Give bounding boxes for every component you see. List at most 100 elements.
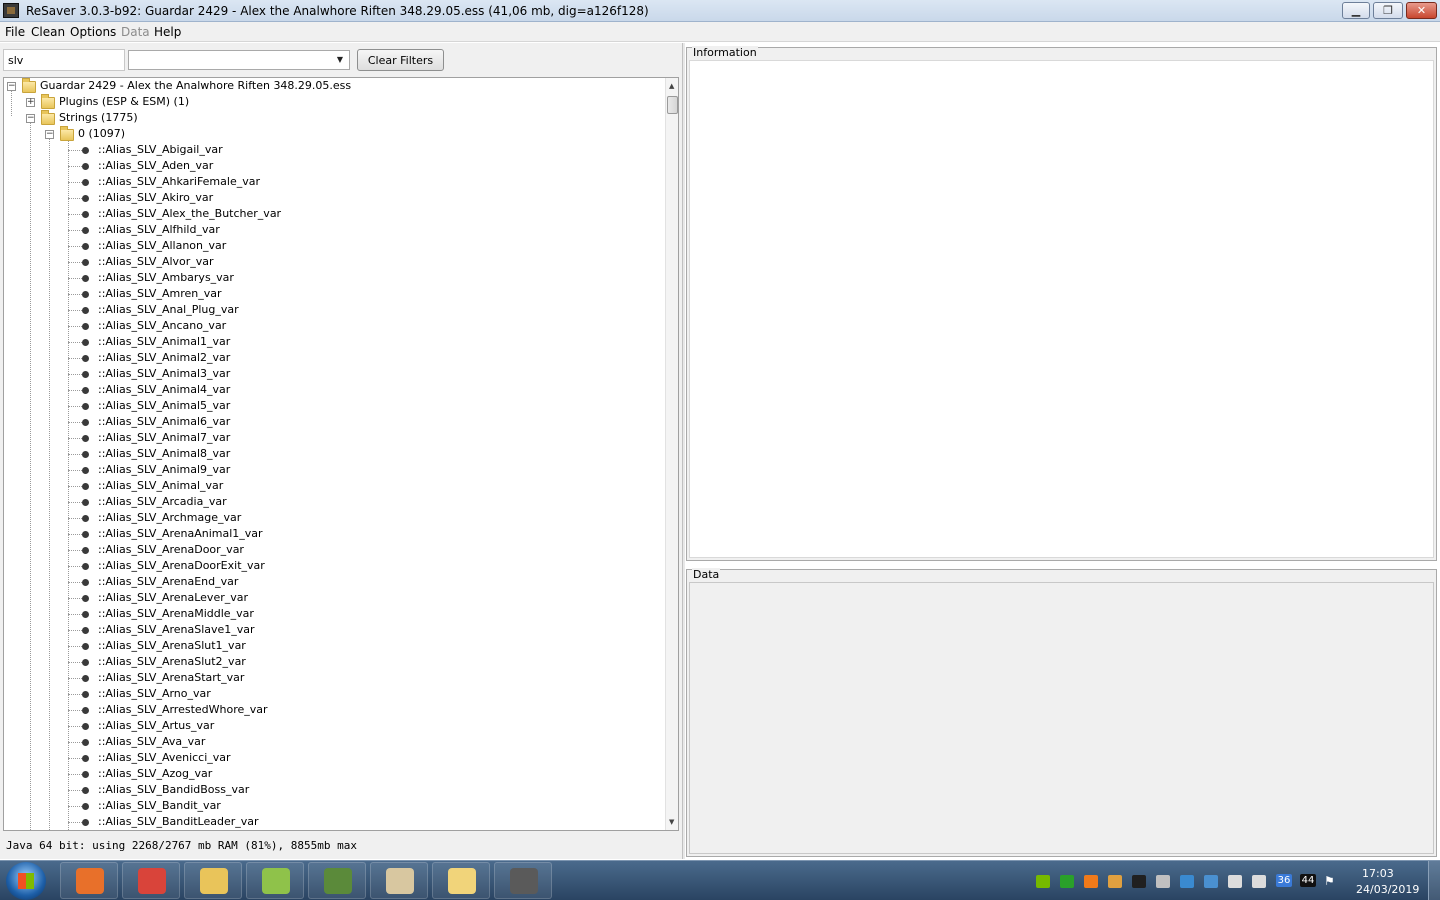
hamachi-icon[interactable] — [1108, 875, 1122, 888]
leaf-node-icon — [82, 691, 89, 698]
volume-icon[interactable] — [1228, 875, 1242, 888]
taskbar-app-button[interactable] — [432, 862, 490, 899]
tree-leaf-row[interactable]: ::Alias_SLV_ArrestedWhore_var — [4, 702, 654, 718]
collapse-icon[interactable]: − — [7, 82, 16, 91]
tree-leaf-row[interactable]: ::Alias_SLV_Alvor_var — [4, 254, 654, 270]
tree-leaf-row[interactable]: ::Alias_SLV_Animal8_var — [4, 446, 654, 462]
tree-leaf-row[interactable]: ::Alias_SLV_BanditLeader_var — [4, 814, 654, 830]
temperature-icon[interactable]: 36 — [1276, 874, 1292, 887]
tree-leaf-row[interactable]: ::Alias_SLV_Allanon_var — [4, 238, 654, 254]
tree-leaf-row[interactable]: ::Alias_SLV_Artus_var — [4, 718, 654, 734]
nvidia-icon[interactable] — [1036, 875, 1050, 888]
filter-combobox[interactable]: ▼ — [128, 50, 350, 70]
tree-leaf-row[interactable]: ::Alias_SLV_Avenicci_var — [4, 750, 654, 766]
tree-node-root[interactable]: − Guardar 2429 - Alex the Analwhore Rift… — [4, 78, 654, 94]
network-adapter-icon[interactable] — [1204, 875, 1218, 888]
signal-icon[interactable] — [1252, 875, 1266, 888]
tree-leaf-row[interactable]: ::Alias_SLV_Animal4_var — [4, 382, 654, 398]
tree-leaf-row[interactable]: ::Alias_SLV_Alex_the_Butcher_var — [4, 206, 654, 222]
tree-node-plugins[interactable]: + Plugins (ESP & ESM) (1) — [4, 94, 654, 110]
taskbar-app-button[interactable] — [122, 862, 180, 899]
tree-leaf-row[interactable]: ::Alias_SLV_ArenaMiddle_var — [4, 606, 654, 622]
expand-icon[interactable]: + — [26, 98, 35, 107]
data-content[interactable] — [689, 582, 1434, 854]
tree-leaf-row[interactable]: ::Alias_SLV_Aden_var — [4, 158, 654, 174]
tree-leaf-row[interactable]: ::Alias_SLV_Arno_var — [4, 686, 654, 702]
taskbar-app-button[interactable] — [184, 862, 242, 899]
tree-leaf-row[interactable]: ::Alias_SLV_Akiro_var — [4, 190, 654, 206]
maximize-button[interactable]: ❐ — [1373, 2, 1403, 19]
tree-leaf-row[interactable]: ::Alias_SLV_Abigail_var — [4, 142, 654, 158]
tree-leaf-row[interactable]: ::Alias_SLV_ArenaDoor_var — [4, 542, 654, 558]
tree-leaf-row[interactable]: ::Alias_SLV_Animal9_var — [4, 462, 654, 478]
tree-node-strings[interactable]: − Strings (1775) — [4, 110, 654, 126]
information-content[interactable] — [689, 60, 1434, 558]
scroll-thumb[interactable] — [667, 96, 678, 114]
tree-leaf-row[interactable]: ::Alias_SLV_Anal_Plug_var — [4, 302, 654, 318]
tree-leaf-row[interactable]: ::Alias_SLV_ArenaSlut1_var — [4, 638, 654, 654]
monitor-icon[interactable] — [1132, 875, 1146, 888]
tree-leaf-row[interactable]: ::Alias_SLV_ArenaLever_var — [4, 590, 654, 606]
tree-leaf-row[interactable]: ::Alias_SLV_AhkariFemale_var — [4, 174, 654, 190]
clear-filters-button[interactable]: Clear Filters — [357, 49, 444, 71]
tree-leaf-row[interactable]: ::Alias_SLV_Alfhild_var — [4, 222, 654, 238]
tree-leaf-row[interactable]: ::Alias_SLV_Animal_var — [4, 478, 654, 494]
clock-time[interactable]: 17:03 — [1362, 867, 1394, 880]
tree-leaf-row[interactable]: ::Alias_SLV_ArenaStart_var — [4, 670, 654, 686]
tree-leaf-row[interactable]: ::Alias_SLV_ArenaEnd_var — [4, 574, 654, 590]
collapse-icon[interactable]: − — [26, 114, 35, 123]
tree-leaf-row[interactable]: ::Alias_SLV_BandidBoss_var — [4, 782, 654, 798]
tree-node-group[interactable]: − 0 (1097) — [4, 126, 654, 142]
battery-icon[interactable] — [1060, 875, 1074, 888]
show-desktop-button[interactable] — [1428, 861, 1440, 900]
tree-leaf-row[interactable]: ::Alias_SLV_ArenaSlave1_var — [4, 622, 654, 638]
taskbar-app-button[interactable] — [60, 862, 118, 899]
taskbar-app-button[interactable] — [494, 862, 552, 899]
tree-leaf-row[interactable]: ::Alias_SLV_Arcadia_var — [4, 494, 654, 510]
tree-leaf-row[interactable]: ::Alias_SLV_Ancano_var — [4, 318, 654, 334]
temperature-icon[interactable]: 44 — [1300, 874, 1316, 887]
tree-leaf-row[interactable]: ::Alias_SLV_Animal7_var — [4, 430, 654, 446]
memory-status: Java 64 bit: using 2268/2767 mb RAM (81%… — [6, 839, 357, 852]
tree-leaf-label: ::Alias_SLV_Aden_var — [98, 159, 214, 172]
menu-file[interactable]: File — [5, 25, 25, 39]
tree-leaf-row[interactable]: ::Alias_SLV_Ava_var — [4, 734, 654, 750]
taskbar-app-button[interactable] — [370, 862, 428, 899]
tree-leaf-row[interactable]: ::Alias_SLV_Ambarys_var — [4, 270, 654, 286]
start-button[interactable] — [6, 862, 46, 900]
tree-leaf-label: ::Alias_SLV_Alex_the_Butcher_var — [98, 207, 282, 220]
tree-leaf-row[interactable]: ::Alias_SLV_ArenaAnimal1_var — [4, 526, 654, 542]
tree-leaf-row[interactable]: ::Alias_SLV_Animal3_var — [4, 366, 654, 382]
close-button[interactable]: ✕ — [1406, 2, 1437, 19]
tree-leaf-row[interactable]: ::Alias_SLV_ArenaSlut2_var — [4, 654, 654, 670]
tree-leaf-row[interactable]: ::Alias_SLV_Azog_var — [4, 766, 654, 782]
avast-icon[interactable] — [1084, 875, 1098, 888]
action-center-flag-icon[interactable]: ⚑ — [1324, 875, 1338, 888]
menu-data[interactable]: Data — [121, 25, 150, 39]
tree-scrollbar[interactable]: ▲ ▼ — [665, 78, 678, 830]
leaf-node-icon — [82, 355, 89, 362]
scroll-up-icon[interactable]: ▲ — [669, 82, 674, 90]
tree-leaf-row[interactable]: ::Alias_SLV_Amren_var — [4, 286, 654, 302]
menu-clean[interactable]: Clean — [31, 25, 65, 39]
filter-input[interactable] — [3, 49, 125, 71]
menu-options[interactable]: Options — [70, 25, 116, 39]
scroll-down-icon[interactable]: ▼ — [669, 818, 674, 826]
pointer-icon[interactable] — [1156, 875, 1170, 888]
menu-help[interactable]: Help — [154, 25, 181, 39]
collapse-icon[interactable]: − — [45, 130, 54, 139]
save-tree[interactable]: − Guardar 2429 - Alex the Analwhore Rift… — [3, 77, 679, 831]
clock-date[interactable]: 24/03/2019 — [1356, 883, 1419, 896]
minimize-button[interactable]: ▁ — [1342, 2, 1370, 19]
tree-leaf-row[interactable]: ::Alias_SLV_Animal5_var — [4, 398, 654, 414]
tree-leaf-row[interactable]: ::Alias_SLV_Animal1_var — [4, 334, 654, 350]
tree-leaf-row[interactable]: ::Alias_SLV_Animal6_var — [4, 414, 654, 430]
tree-leaf-row[interactable]: ::Alias_SLV_ArenaDoorExit_var — [4, 558, 654, 574]
update-icon[interactable] — [1180, 875, 1194, 888]
taskbar-app-button[interactable] — [246, 862, 304, 899]
tree-leaf-row[interactable]: ::Alias_SLV_Archmage_var — [4, 510, 654, 526]
split-pane-divider[interactable] — [682, 43, 685, 859]
tree-leaf-row[interactable]: ::Alias_SLV_Animal2_var — [4, 350, 654, 366]
tree-leaf-row[interactable]: ::Alias_SLV_Bandit_var — [4, 798, 654, 814]
taskbar-app-button[interactable] — [308, 862, 366, 899]
